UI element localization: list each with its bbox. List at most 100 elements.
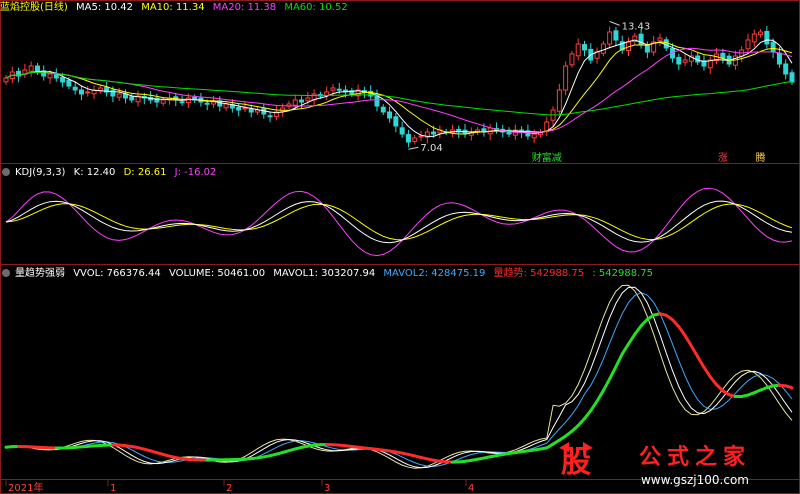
- candle-body: [78, 89, 84, 95]
- chart-frame: [0, 0, 800, 494]
- x-tick-label: 2: [226, 483, 232, 494]
- trend-segment: [677, 325, 687, 338]
- logo-char: 股: [561, 445, 591, 480]
- candle-body: [776, 52, 782, 65]
- candle-body: [204, 102, 210, 105]
- candle-body: [3, 77, 9, 83]
- candle-body: [330, 87, 336, 91]
- main-panel-header: 蓝焰控股(日线) MA5: 10.42 MA10: 11.34 MA20: 11…: [0, 1, 353, 15]
- candle-body: [556, 89, 562, 112]
- candle-body: [85, 91, 91, 94]
- kdj-k-line: [5, 200, 793, 244]
- stock-title: 蓝焰控股(日线): [0, 2, 68, 13]
- kdj-title: KDJ(9,3,3): [15, 167, 66, 178]
- low-marker-line: [408, 146, 419, 150]
- ma5-label: MA5: 10.42: [76, 2, 134, 13]
- volume-label: VOLUME: 50461.00: [168, 268, 266, 279]
- candle-body: [732, 55, 738, 66]
- signal-teng: 腾: [756, 151, 766, 164]
- trend-segment: [683, 334, 693, 348]
- trend-segment: [608, 365, 618, 381]
- candle-body: [211, 101, 217, 105]
- kdj-d-label: D: 26.61: [123, 167, 167, 178]
- candle-body: [387, 111, 393, 119]
- trend2-label: : 542988.75: [592, 268, 653, 279]
- candle-body: [720, 52, 726, 59]
- candle-body: [399, 127, 405, 135]
- candle-body: [336, 88, 342, 91]
- x-tick-label: 3: [324, 483, 330, 494]
- candle-body: [412, 137, 418, 142]
- ma20-line: [5, 47, 793, 134]
- candle-body: [47, 73, 53, 79]
- kdj-k-label: K: 12.40: [73, 167, 116, 178]
- ma60-label: MA60: 10.52: [284, 2, 348, 13]
- low-label: 7.04: [420, 143, 442, 154]
- kdj-d-line: [5, 203, 793, 241]
- candle-body: [563, 65, 569, 91]
- candle-body: [393, 116, 399, 127]
- candle-body: [431, 131, 437, 135]
- vol-settings-icon[interactable]: [2, 269, 10, 277]
- x-tick-label: 1: [110, 483, 116, 494]
- signal-buy: 财富减: [532, 151, 562, 164]
- candle-body: [236, 106, 242, 111]
- trend-segment: [582, 409, 593, 421]
- candle-body: [160, 99, 166, 104]
- trend-segment: [708, 375, 719, 387]
- candle-body: [28, 65, 34, 72]
- candle-body: [682, 59, 688, 63]
- vvol-label: VVOL: 766376.44: [73, 268, 161, 279]
- candle-body: [758, 31, 764, 36]
- candle-body: [242, 107, 248, 110]
- trend-segment: [689, 344, 700, 359]
- trend-segment: [784, 384, 794, 390]
- vol-title: 量趋势强弱: [15, 268, 65, 279]
- kdj-settings-icon[interactable]: [2, 168, 10, 176]
- candle-body: [607, 31, 613, 45]
- mavol1-label: MAVOL1: 303207.94: [273, 268, 376, 279]
- kdj-j-label: J: -16.02: [174, 167, 217, 178]
- candle-body: [60, 76, 66, 83]
- candle-body: [751, 33, 757, 43]
- chart-canvas: 13.43 7.04 财富减 涨 腾 2021年 1 2 3 4: [0, 0, 800, 494]
- ma20-label: MA20: 11.38: [212, 2, 277, 13]
- high-label: 13.43: [622, 21, 651, 32]
- candle-body: [129, 96, 135, 101]
- trend-segment: [620, 342, 631, 356]
- candle-body: [267, 115, 273, 118]
- candle-body: [292, 99, 298, 106]
- candle-body: [223, 103, 229, 109]
- candle-body: [116, 93, 122, 98]
- watermark-logo: 股 公式之家 www.gszj100.com: [559, 442, 751, 487]
- trend-segment: [595, 389, 605, 403]
- candle-body: [72, 86, 78, 91]
- stock-chart-window: 13.43 7.04 财富减 涨 腾 2021年 1 2 3 4 蓝焰控股(日线) MA5: 10…: [0, 0, 800, 494]
- candle-body: [789, 72, 795, 83]
- candle-body: [783, 63, 789, 75]
- x-tick-label: 4: [468, 483, 474, 494]
- trend-segment: [614, 352, 624, 369]
- candle-body: [179, 101, 185, 104]
- ma10-label: MA10: 11.34: [141, 2, 205, 13]
- logo-brand: 公式之家: [639, 444, 751, 470]
- trend-segment: [627, 332, 637, 346]
- candle-body: [97, 87, 103, 92]
- trend-segment: [633, 324, 643, 336]
- candle-body: [575, 43, 581, 57]
- candle-body: [676, 56, 682, 65]
- trend-segment: [702, 365, 712, 379]
- x-tick-label: 2021年: [8, 481, 43, 494]
- candle-body: [405, 134, 411, 143]
- mavol2-label: MAVOL2: 428475.19: [383, 268, 486, 279]
- candle-body: [531, 133, 537, 139]
- trend-segment: [696, 355, 706, 369]
- signal-zhang: 涨: [718, 152, 728, 164]
- candle-body: [66, 79, 72, 87]
- candle-body: [380, 106, 386, 113]
- candle-body: [185, 97, 191, 104]
- kdj-j-line: [5, 187, 793, 257]
- candle-body: [644, 44, 650, 53]
- candle-body: [600, 43, 606, 54]
- vol-panel-header: 量趋势强弱 VVOL: 766376.44 VOLUME: 50461.00 M…: [0, 267, 658, 281]
